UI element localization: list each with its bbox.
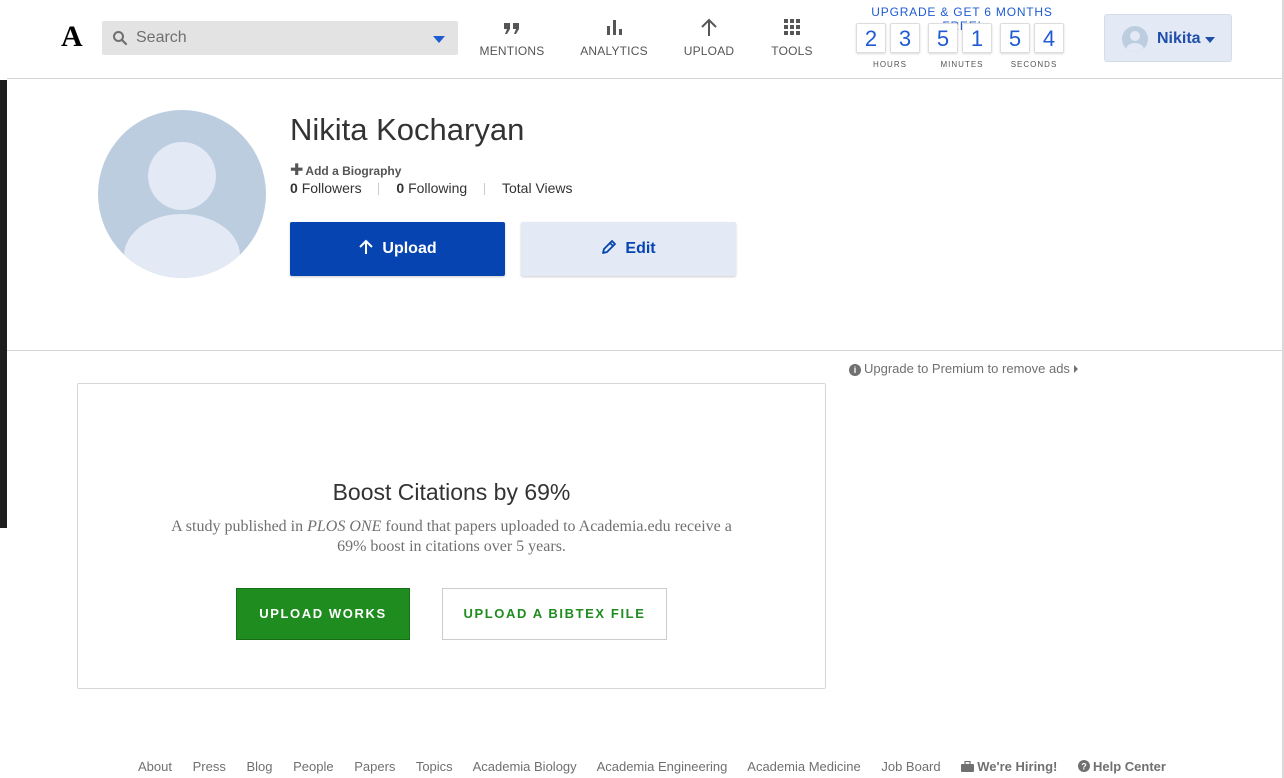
grid-icon <box>784 19 800 35</box>
total-views-stat[interactable]: Total Views <box>502 180 573 196</box>
nav-analytics[interactable]: ANALYTICS <box>575 16 653 66</box>
upload-button[interactable]: Upload <box>290 222 505 276</box>
nav-upload[interactable]: UPLOAD <box>678 16 740 66</box>
total-views-label: Total Views <box>501 180 573 196</box>
divider <box>484 183 486 196</box>
profile-avatar[interactable] <box>98 110 266 278</box>
upload-button-label: Upload <box>382 240 437 257</box>
question-circle-icon: ? <box>1078 760 1091 772</box>
nav-tools-label: TOOLS <box>771 44 813 58</box>
countdown-digit: 5 <box>1000 23 1030 53</box>
profile-stats: 0 Followers 0 Following Total Views <box>290 180 573 196</box>
search-icon <box>113 31 128 46</box>
boost-title: Boost Citations by 69% <box>332 479 571 505</box>
footer-link-blog[interactable]: Blog <box>246 759 272 774</box>
footer-link-press[interactable]: Press <box>193 759 226 774</box>
profile-name: Nikita Kocharyan <box>290 112 525 147</box>
footer-link-papers[interactable]: Papers <box>354 759 395 774</box>
search-box <box>102 21 458 55</box>
divider <box>378 183 380 196</box>
following-stat[interactable]: 0 Following <box>396 180 467 196</box>
following-label: Following <box>408 180 468 196</box>
info-icon: i <box>849 364 861 376</box>
section-divider <box>7 350 1282 351</box>
user-silhouette-icon <box>124 142 240 278</box>
countdown-minutes-label: MINUTES <box>940 60 984 69</box>
user-name: Nikita <box>1157 30 1201 47</box>
following-count: 0 <box>396 180 405 196</box>
countdown-digit: 4 <box>1034 23 1064 53</box>
footer-link-help-center[interactable]: ? Help Center <box>1078 759 1166 774</box>
footer-link-people[interactable]: People <box>293 759 333 774</box>
premium-note-text: Upgrade to Premium to remove ads <box>864 361 1070 376</box>
countdown-seconds-label: SECONDS <box>1010 60 1058 69</box>
nav-analytics-label: ANALYTICS <box>580 44 648 58</box>
followers-count: 0 <box>290 180 298 196</box>
countdown-hours-label: HOURS <box>873 60 907 69</box>
academia-logo[interactable]: A <box>61 20 83 54</box>
chevron-down-icon[interactable] <box>433 36 445 43</box>
add-biography-label: Add a Biography <box>305 164 402 178</box>
footer-link-hiring[interactable]: We're Hiring! <box>961 759 1057 774</box>
boost-description: A study published in PLOS ONE found that… <box>171 518 732 555</box>
countdown-digit: 2 <box>856 23 886 53</box>
edit-profile-button[interactable]: Edit <box>521 222 736 276</box>
plus-icon: ✚ <box>290 162 304 179</box>
quote-icon <box>504 23 519 34</box>
upload-bibtex-button[interactable]: UPLOAD A BIBTEX FILE <box>442 588 667 640</box>
countdown-timer: 2 3 5 1 5 4 HOURS MINUTES SECONDS <box>856 23 1072 73</box>
followers-stat[interactable]: 0 Followers <box>290 180 362 196</box>
pencil-icon <box>602 239 617 254</box>
bar-chart-icon <box>607 20 622 35</box>
journal-name: PLOS ONE <box>307 518 382 535</box>
add-biography-link[interactable]: ✚ Add a Biography <box>290 160 401 180</box>
svg-text:?: ? <box>1081 762 1087 772</box>
footer-links: About Press Blog People Papers Topics Ac… <box>138 759 1183 777</box>
nav-mentions[interactable]: MENTIONS <box>475 16 549 66</box>
footer-link-topics[interactable]: Topics <box>416 759 453 774</box>
boost-citations-card: Boost Citations by 69% A study published… <box>77 383 826 689</box>
avatar <box>1122 26 1148 52</box>
upgrade-premium-link[interactable]: i Upgrade to Premium to remove ads <box>849 361 1078 376</box>
edit-button-label: Edit <box>625 240 656 257</box>
caret-right-icon <box>1073 365 1078 373</box>
nav-mentions-label: MENTIONS <box>479 44 545 58</box>
search-input[interactable] <box>136 21 416 55</box>
caret-down-icon <box>1205 37 1215 43</box>
nav-upload-label: UPLOAD <box>683 44 735 58</box>
countdown-digit: 1 <box>962 23 992 53</box>
arrow-up-icon <box>701 18 717 36</box>
footer-link-academia-engineering[interactable]: Academia Engineering <box>597 759 728 774</box>
countdown-digit: 5 <box>928 23 958 53</box>
countdown-digit: 3 <box>890 23 920 53</box>
briefcase-icon <box>961 760 975 772</box>
user-menu-button[interactable]: Nikita <box>1104 14 1232 62</box>
top-navbar: A MENTIONS ANALYTICS UPLOAD <box>7 0 1282 79</box>
followers-label: Followers <box>301 180 362 196</box>
footer-link-about[interactable]: About <box>138 759 172 774</box>
arrow-up-icon <box>359 239 374 254</box>
footer-link-job-board[interactable]: Job Board <box>881 759 940 774</box>
nav-tools[interactable]: TOOLS <box>767 16 817 66</box>
user-silhouette-icon <box>1126 31 1144 52</box>
window-edge <box>0 0 7 778</box>
footer-link-academia-biology[interactable]: Academia Biology <box>473 759 577 774</box>
upload-works-button[interactable]: UPLOAD WORKS <box>236 588 410 640</box>
footer-link-academia-medicine[interactable]: Academia Medicine <box>747 759 860 774</box>
